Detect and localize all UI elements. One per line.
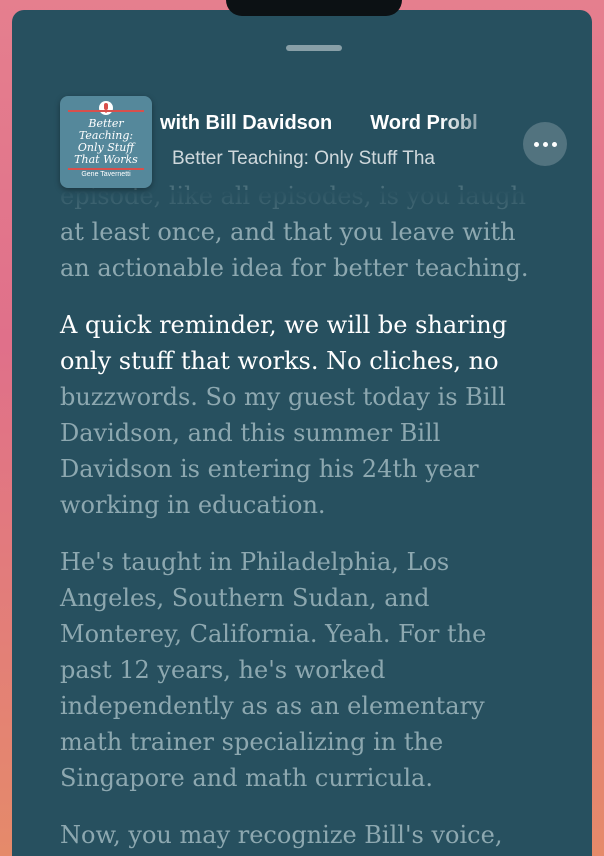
ellipsis-icon xyxy=(533,141,539,147)
transcript-line: Davidson is entering his 24th year xyxy=(60,455,479,483)
transcript-paragraph[interactable]: He's taught in Philadelphia, Los Angeles… xyxy=(60,544,560,796)
transcript-line: an actionable idea for better teaching. xyxy=(60,254,529,282)
transcript-body: episode, like all episodes, is you laugh… xyxy=(60,178,560,856)
transcript-line: Singapore and math curricula. xyxy=(60,764,433,792)
transcript-sheet: Better Teaching: Only Stuff That Works G… xyxy=(12,10,592,856)
ellipsis-icon xyxy=(542,141,548,147)
transcript-paragraph-current[interactable]: A quick reminder, we will be sharing onl… xyxy=(60,307,560,523)
artwork-title-line: That Works xyxy=(74,153,138,166)
now-playing-header: Better Teaching: Only Stuff That Works G… xyxy=(12,94,592,190)
podcast-artwork[interactable]: Better Teaching: Only Stuff That Works G… xyxy=(60,96,152,188)
transcript-line: Davidson, and this summer Bill xyxy=(60,419,441,447)
transcript-line: math trainer specializing in the xyxy=(60,728,444,756)
transcript-line: working in education. xyxy=(60,491,326,519)
ellipsis-icon xyxy=(551,141,557,147)
top-fade xyxy=(12,190,592,214)
episode-title-marquee[interactable]: with Bill Davidson Word Probl xyxy=(160,112,510,142)
artwork-title: Better Teaching: Only Stuff That Works xyxy=(64,118,148,166)
transcript-line: at least once, and that you leave with xyxy=(60,218,516,246)
transcript-line: Monterey, California. Yeah. For the xyxy=(60,620,487,648)
artwork-author: Gene Tavernetti xyxy=(81,171,131,178)
more-options-button[interactable] xyxy=(523,122,567,166)
artwork-rule-top xyxy=(68,110,144,112)
transcript-line-active: A quick reminder, we will be sharing xyxy=(60,311,508,339)
show-name[interactable]: Better Teaching: Only Stuff Tha xyxy=(172,148,510,174)
episode-title-next: Word Probl xyxy=(370,112,478,134)
transcript-line: Now, you may recognize Bill's voice, xyxy=(60,821,503,849)
transcript-line: buzzwords. So my guest today is Bill xyxy=(60,383,506,411)
transcript-paragraph[interactable]: Now, you may recognize Bill's voice, xyxy=(60,817,560,853)
episode-title: with Bill Davidson xyxy=(160,112,333,134)
transcript-line: Angeles, Southern Sudan, and xyxy=(60,584,430,612)
sheet-grabber[interactable] xyxy=(286,45,342,51)
microphone-icon xyxy=(99,101,113,115)
device-notch xyxy=(226,0,402,16)
transcript-line: past 12 years, he's worked xyxy=(60,656,386,684)
transcript-line: He's taught in Philadelphia, Los xyxy=(60,548,450,576)
artwork-rule-bottom xyxy=(68,168,144,170)
transcript-line: independently as as an elementary xyxy=(60,692,485,720)
transcript-line-active: only stuff that works. No cliches, no xyxy=(60,347,499,375)
